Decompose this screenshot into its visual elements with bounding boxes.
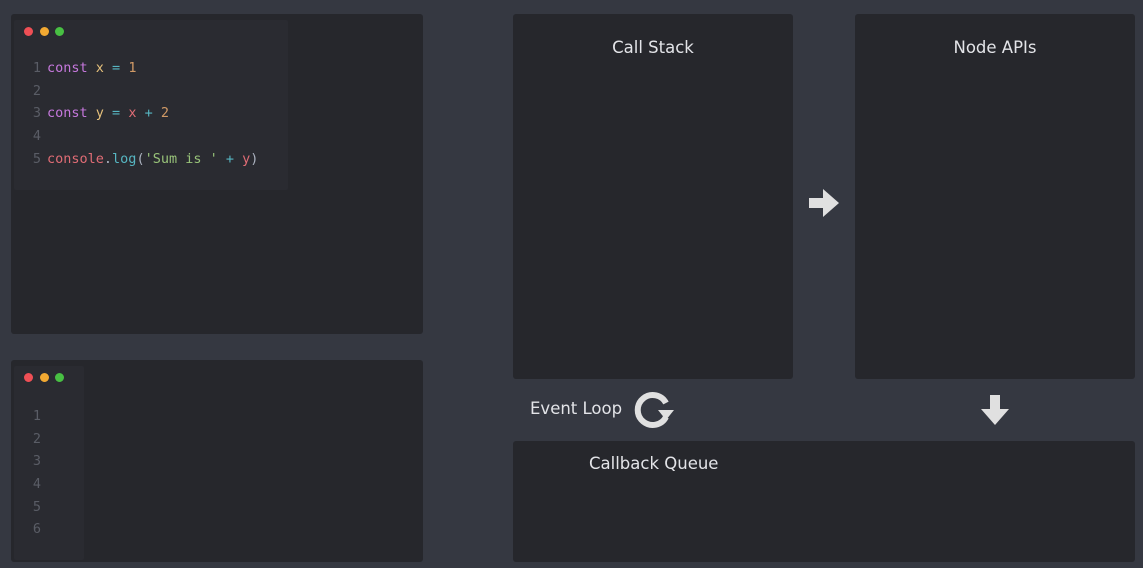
code-token: 2 xyxy=(160,105,169,122)
code-line: 2 xyxy=(29,428,47,451)
code-token: ) xyxy=(250,150,259,167)
callback-queue-title: Callback Queue xyxy=(589,454,719,473)
line-number: 3 xyxy=(32,453,41,470)
code-line: 6 xyxy=(29,518,47,541)
line-number: 4 xyxy=(32,128,41,145)
line-number: 1 xyxy=(32,60,41,76)
line-number: 5 xyxy=(32,498,41,515)
code-token: const xyxy=(47,105,88,122)
callback-queue-box: Callback Queue xyxy=(513,441,1135,562)
close-dot-icon xyxy=(24,373,33,382)
code-token: = xyxy=(103,105,129,122)
code-line: 1 const x = 1 xyxy=(29,57,258,80)
arrow-right-icon xyxy=(809,189,839,217)
close-dot-icon xyxy=(24,27,33,36)
code-token: 1 xyxy=(128,60,137,76)
code-token: console xyxy=(47,150,104,167)
minimize-dot-icon xyxy=(39,27,49,36)
code-line: 3 const y = x + 2 xyxy=(29,102,258,125)
refresh-icon xyxy=(634,392,674,428)
code-line: 1 xyxy=(29,405,47,428)
line-number: 3 xyxy=(32,105,41,122)
node-apis-title: Node APIs xyxy=(953,38,1037,57)
code-editor-top: 1 const x = 1 2 3 const y = x + 2 4 5 console.l… xyxy=(11,14,423,334)
line-number: 2 xyxy=(32,82,41,99)
editor-gutter-area xyxy=(14,366,84,560)
code-token: x xyxy=(95,60,104,76)
window-controls xyxy=(24,27,71,37)
window-controls xyxy=(24,373,71,383)
code-token: log xyxy=(112,150,137,167)
line-number: 6 xyxy=(32,521,41,538)
code-line: 3 xyxy=(29,450,47,473)
code-token: ( xyxy=(136,150,145,167)
code-token: 'Sum is ' xyxy=(144,150,218,167)
node-apis-box: Node APIs xyxy=(855,14,1135,379)
call-stack-box: Call Stack xyxy=(513,14,793,379)
code-line: 5 xyxy=(29,496,47,519)
code-lines: 1 const x = 1 2 3 const y = x + 2 4 5 console.l… xyxy=(29,57,259,171)
code-line: 4 xyxy=(29,125,258,148)
code-editor-bottom: 1 2 3 4 5 6 xyxy=(11,360,423,562)
code-lines: 1 2 3 4 5 6 xyxy=(29,405,47,541)
maximize-dot-icon xyxy=(55,27,64,36)
line-number: 1 xyxy=(32,408,41,424)
line-number: 2 xyxy=(32,430,41,447)
code-token: . xyxy=(103,150,113,167)
line-number: 4 xyxy=(32,476,41,493)
event-loop-label: Event Loop xyxy=(530,399,623,418)
code-token: y xyxy=(95,105,104,122)
line-number: 5 xyxy=(32,150,41,167)
maximize-dot-icon xyxy=(55,373,64,382)
call-stack-title: Call Stack xyxy=(612,38,694,57)
code-token: + xyxy=(136,105,161,122)
code-line: 5 console.log('Sum is ' + y) xyxy=(29,148,259,171)
code-token: = xyxy=(103,60,129,76)
code-line: 4 xyxy=(29,473,47,496)
code-line: 2 xyxy=(29,80,258,103)
arrow-down-icon xyxy=(981,395,1009,425)
code-token: + xyxy=(217,150,243,167)
code-token: const xyxy=(47,60,88,76)
minimize-dot-icon xyxy=(39,373,49,382)
